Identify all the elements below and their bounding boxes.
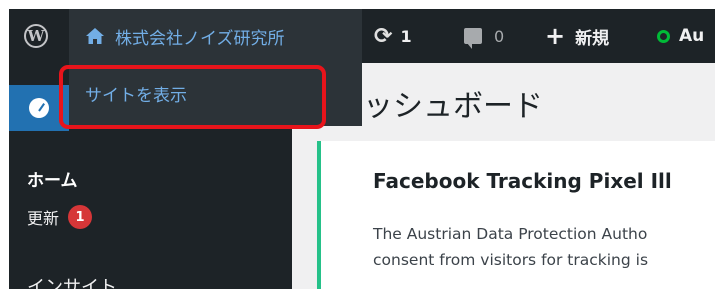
- sidebar-item-home[interactable]: ホーム: [27, 166, 78, 191]
- plus-icon: +: [545, 22, 566, 50]
- plugin-status-menu[interactable]: Au: [657, 9, 704, 63]
- site-name-label: 株式会社ノイズ研究所: [115, 28, 285, 49]
- sidebar-item-updates[interactable]: 更新 1: [27, 205, 93, 229]
- wordpress-logo-icon: W: [24, 24, 48, 48]
- admin-toolbar: W 株式会社ノイズ研究所 ⟳ 1 0 + 新規 Au: [9, 9, 715, 63]
- page-title: ッシュボード: [363, 89, 543, 124]
- wp-logo-menu[interactable]: W: [9, 9, 63, 63]
- sidebar-item-insight[interactable]: インサイト: [27, 273, 117, 289]
- red-highlight-box: [59, 65, 326, 129]
- status-dot-icon: [657, 29, 670, 43]
- comments-count: 0: [494, 26, 505, 46]
- notice-card: Facebook Tracking Pixel Ill The Austrian…: [317, 141, 715, 289]
- update-count-badge: 1: [68, 205, 93, 229]
- new-label: 新規: [575, 28, 610, 49]
- notice-line: consent from visitors for tracking is: [373, 251, 649, 269]
- updates-count: 1: [400, 26, 412, 46]
- new-content-menu[interactable]: + 新規: [545, 9, 609, 63]
- dashboard-gauge-icon: [29, 98, 49, 118]
- notice-line: The Austrian Data Protection Autho: [373, 225, 648, 243]
- comment-icon: [464, 28, 482, 49]
- refresh-icon: ⟳: [374, 23, 393, 49]
- updates-menu[interactable]: ⟳ 1: [374, 9, 412, 63]
- plugin-label: Au: [679, 26, 705, 46]
- site-name-menu[interactable]: 株式会社ノイズ研究所: [69, 9, 362, 63]
- comments-menu[interactable]: 0: [464, 9, 504, 63]
- notice-text: The Austrian Data Protection Autho conse…: [373, 221, 715, 273]
- screen: ホーム 更新 1 インサイト ッシュボード Facebook Tracking …: [9, 9, 715, 289]
- home-icon: [86, 28, 104, 44]
- sidebar-item-label: 更新: [27, 209, 60, 228]
- notice-title: Facebook Tracking Pixel Ill: [373, 169, 672, 193]
